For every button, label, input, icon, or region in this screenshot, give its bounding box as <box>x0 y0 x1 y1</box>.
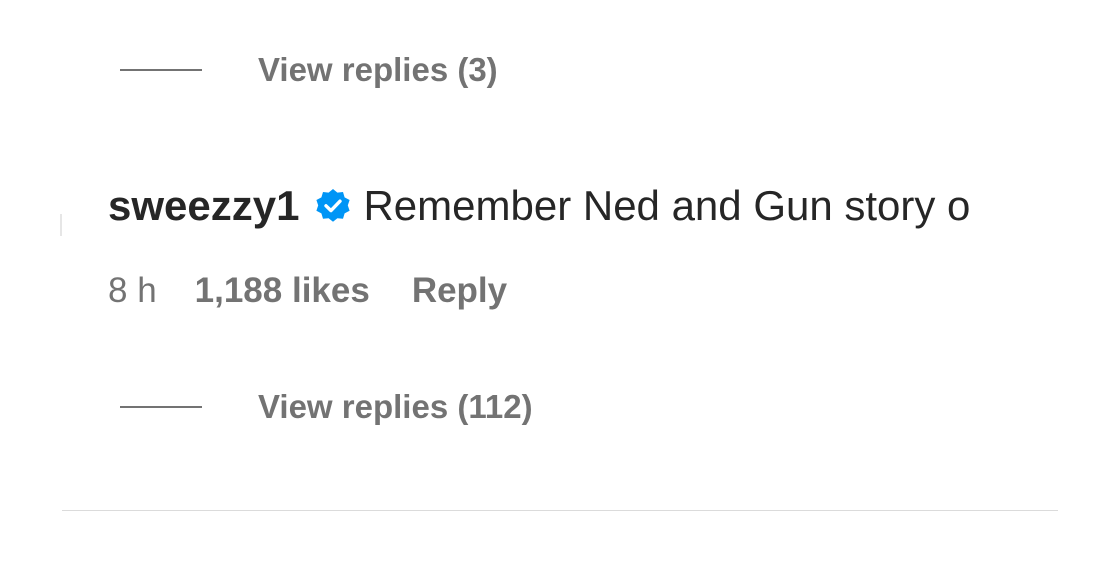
view-replies-top-row[interactable]: View replies (3) <box>120 50 498 90</box>
comment-meta: 8 h 1,188 likes Reply <box>108 268 507 314</box>
reply-button[interactable]: Reply <box>412 271 507 311</box>
left-edge-divider <box>60 214 62 236</box>
view-replies-button[interactable]: View replies (112) <box>258 388 533 426</box>
section-divider <box>62 510 1058 511</box>
comment: sweezzy1 Remember Ned and Gun story o <box>108 178 970 234</box>
comment-username[interactable]: sweezzy1 <box>108 182 299 230</box>
comment-likes-count[interactable]: 1,188 likes <box>195 271 370 311</box>
view-replies-button[interactable]: View replies (3) <box>258 51 498 89</box>
replies-indent-line <box>120 406 202 408</box>
comment-timestamp: 8 h <box>108 271 157 310</box>
replies-indent-line <box>120 69 202 71</box>
verified-badge-icon <box>313 186 353 226</box>
view-replies-bottom-row[interactable]: View replies (112) <box>120 387 533 427</box>
comment-text: Remember Ned and Gun story o <box>363 182 971 229</box>
